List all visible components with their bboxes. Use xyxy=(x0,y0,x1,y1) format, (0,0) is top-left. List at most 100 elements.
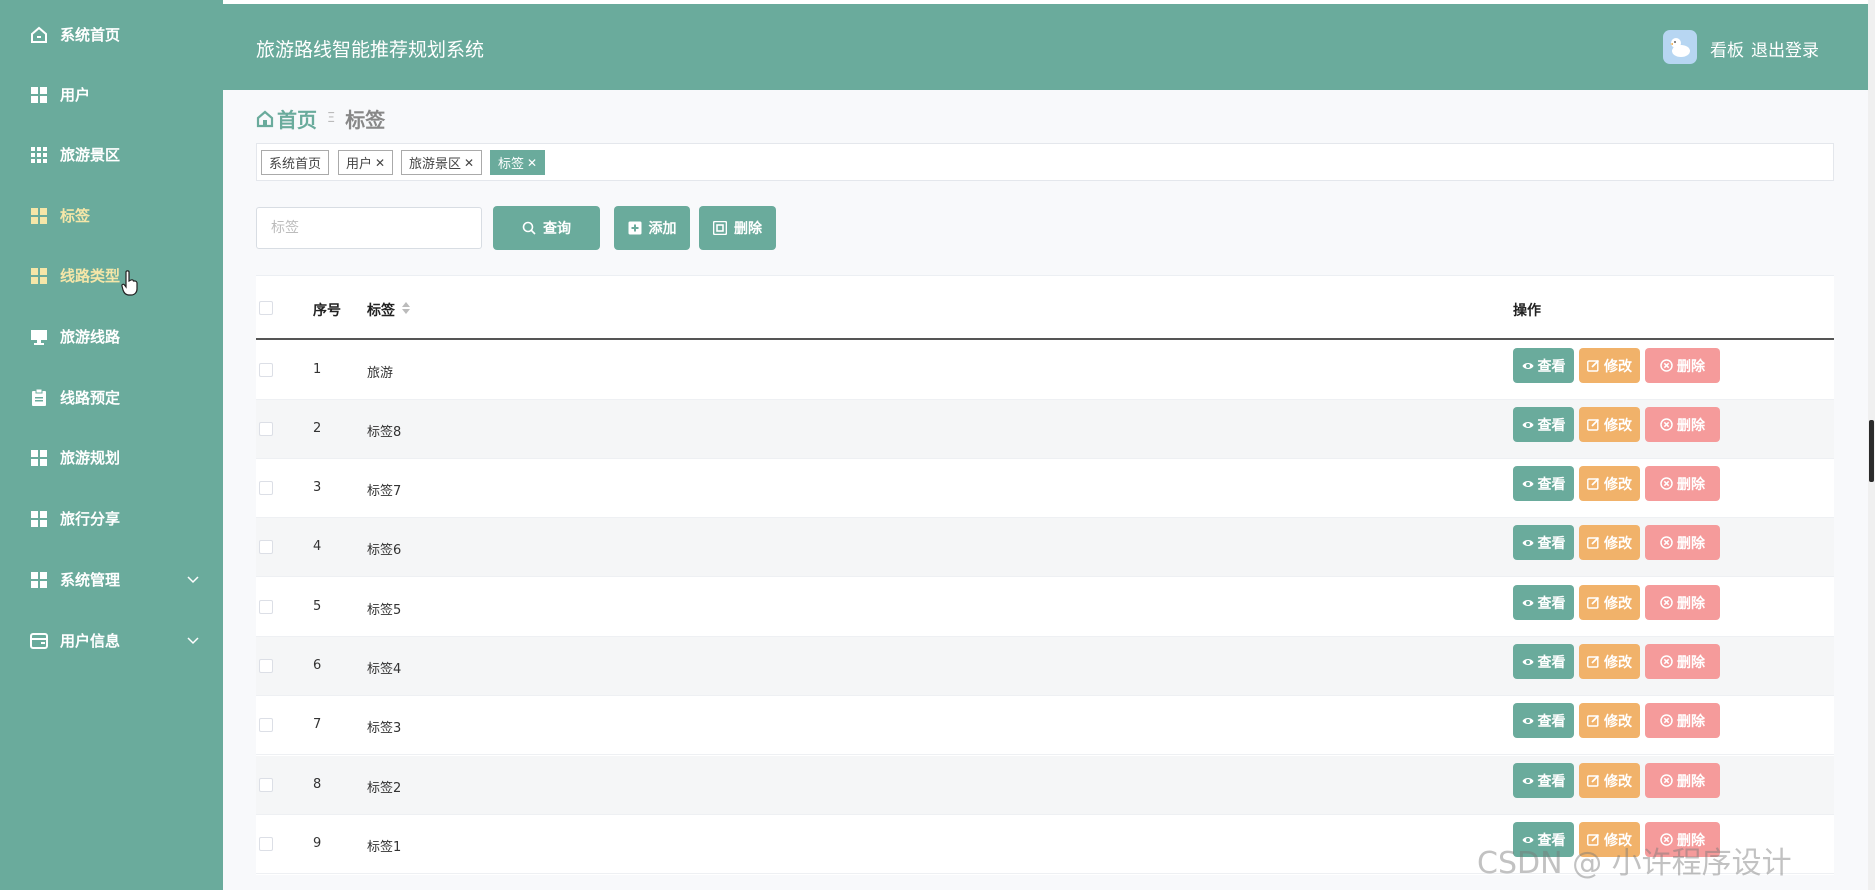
top-header: 旅游路线智能推荐规划系统 看板 退出登录 xyxy=(223,4,1868,90)
row-checkbox[interactable] xyxy=(259,363,273,377)
close-icon[interactable]: ✕ xyxy=(464,156,474,170)
delete-button[interactable]: 删除 xyxy=(1645,348,1720,383)
row-checkbox[interactable] xyxy=(259,718,273,732)
tab-tags[interactable]: 标签 ✕ xyxy=(490,150,546,175)
view-button[interactable]: 查看 xyxy=(1513,348,1574,383)
close-circle-icon xyxy=(1660,774,1673,787)
table-row: 7 标签3 查看 修改 删除 xyxy=(256,696,1834,755)
edit-button-label: 修改 xyxy=(1604,595,1632,612)
row-checkbox[interactable] xyxy=(259,540,273,554)
avatar[interactable] xyxy=(1663,30,1697,64)
delete-button[interactable]: 删除 xyxy=(1645,763,1720,798)
logout-link[interactable]: 退出登录 xyxy=(1751,36,1819,61)
search-input[interactable] xyxy=(256,207,482,249)
sidebar-item-label: 旅游线路 xyxy=(60,328,121,346)
edit-button[interactable]: 修改 xyxy=(1579,466,1640,501)
breadcrumb-separator: Ξ xyxy=(327,111,336,126)
edit-button[interactable]: 修改 xyxy=(1579,585,1640,620)
breadcrumb-home[interactable]: 首页 xyxy=(256,104,317,133)
sidebar-item-tags[interactable]: 标签 xyxy=(0,185,223,246)
view-button[interactable]: 查看 xyxy=(1513,703,1574,738)
delete-button[interactable]: 删除 xyxy=(1645,407,1720,442)
row-checkbox[interactable] xyxy=(259,837,273,851)
row-checkbox[interactable] xyxy=(259,481,273,495)
edit-button[interactable]: 修改 xyxy=(1579,644,1640,679)
close-icon[interactable]: ✕ xyxy=(527,156,537,170)
grid-icon xyxy=(30,510,48,528)
edit-button[interactable]: 修改 xyxy=(1579,348,1640,383)
delete-button-label: 删除 xyxy=(1677,417,1705,434)
cell-tag: 标签8 xyxy=(367,425,402,440)
sidebar-item-scenic[interactable]: 旅游景区 xyxy=(0,124,223,185)
sidebar-item-label: 系统管理 xyxy=(60,571,121,589)
row-checkbox[interactable] xyxy=(259,659,273,673)
edit-button-label: 修改 xyxy=(1604,358,1632,375)
app-title: 旅游路线智能推荐规划系统 xyxy=(256,39,485,61)
edit-button[interactable]: 修改 xyxy=(1579,525,1640,560)
grid-icon xyxy=(30,267,48,285)
table-row: 5 标签5 查看 修改 删除 xyxy=(256,578,1834,637)
sort-icon[interactable] xyxy=(401,300,411,316)
tab-label: 标签 xyxy=(498,157,525,172)
view-button-label: 查看 xyxy=(1537,417,1566,434)
tab-users[interactable]: 用户 ✕ xyxy=(338,150,394,175)
delete-button-label: 删除 xyxy=(1677,773,1705,790)
breadcrumb-home-label: 首页 xyxy=(277,108,317,132)
batch-delete-button[interactable]: 删除 xyxy=(699,206,776,250)
delete-button[interactable]: 删除 xyxy=(1645,585,1720,620)
cell-no: 3 xyxy=(313,480,322,495)
sidebar-item-sharing[interactable]: 旅行分享 xyxy=(0,488,223,549)
select-all-checkbox[interactable] xyxy=(259,301,273,315)
cell-tag: 标签2 xyxy=(367,781,402,796)
hand-cursor-icon xyxy=(121,270,139,296)
view-button[interactable]: 查看 xyxy=(1513,407,1574,442)
clipboard-icon xyxy=(30,389,48,407)
add-button[interactable]: 添加 xyxy=(614,206,690,250)
view-button[interactable]: 查看 xyxy=(1513,644,1574,679)
column-header-tag: 标签 xyxy=(367,303,395,319)
page-scrollbar-thumb[interactable] xyxy=(1869,420,1874,482)
chevron-down-icon xyxy=(185,632,201,648)
sidebar-item-booking[interactable]: 线路预定 xyxy=(0,367,223,428)
row-checkbox[interactable] xyxy=(259,600,273,614)
tab-home[interactable]: 系统首页 xyxy=(261,150,330,175)
sidebar-item-label: 标签 xyxy=(60,207,91,225)
view-button-label: 查看 xyxy=(1537,535,1566,552)
edit-icon xyxy=(1587,418,1600,431)
view-button[interactable]: 查看 xyxy=(1513,466,1574,501)
board-link[interactable]: 看板 xyxy=(1710,36,1744,61)
edit-button[interactable]: 修改 xyxy=(1579,763,1640,798)
delete-button[interactable]: 删除 xyxy=(1645,466,1720,501)
eye-icon xyxy=(1522,777,1533,784)
edit-button[interactable]: 修改 xyxy=(1579,703,1640,738)
close-icon[interactable]: ✕ xyxy=(375,156,385,170)
view-button[interactable]: 查看 xyxy=(1513,525,1574,560)
sidebar-item-routes[interactable]: 旅游线路 xyxy=(0,306,223,367)
edit-button[interactable]: 修改 xyxy=(1579,407,1640,442)
search-icon xyxy=(522,221,536,235)
delete-button[interactable]: 删除 xyxy=(1645,703,1720,738)
edit-button-label: 修改 xyxy=(1604,476,1632,493)
cell-tag: 标签6 xyxy=(367,543,402,558)
tab-scenic[interactable]: 旅游景区 ✕ xyxy=(401,150,483,175)
delete-button-label: 删除 xyxy=(1677,713,1705,730)
cell-tag: 标签4 xyxy=(367,662,402,677)
cell-no: 7 xyxy=(313,717,322,732)
view-button-label: 查看 xyxy=(1537,595,1566,612)
sidebar-item-planning[interactable]: 旅游规划 xyxy=(0,427,223,488)
sidebar-item-route-type[interactable]: 线路类型 xyxy=(0,245,223,306)
search-button[interactable]: 查询 xyxy=(493,206,600,250)
view-button[interactable]: 查看 xyxy=(1513,585,1574,620)
sidebar-item-users[interactable]: 用户 xyxy=(0,64,223,125)
sidebar-item-home[interactable]: 系统首页 xyxy=(0,4,223,65)
plus-square-icon xyxy=(628,221,641,235)
sidebar-item-user-info[interactable]: 用户信息 xyxy=(0,610,223,671)
row-checkbox[interactable] xyxy=(259,422,273,436)
delete-button[interactable]: 删除 xyxy=(1645,525,1720,560)
row-checkbox[interactable] xyxy=(259,778,273,792)
view-button[interactable]: 查看 xyxy=(1513,763,1574,798)
edit-icon xyxy=(1587,774,1600,787)
sidebar-item-system[interactable]: 系统管理 xyxy=(0,549,223,610)
delete-button[interactable]: 删除 xyxy=(1645,644,1720,679)
search-button-label: 查询 xyxy=(543,221,571,237)
